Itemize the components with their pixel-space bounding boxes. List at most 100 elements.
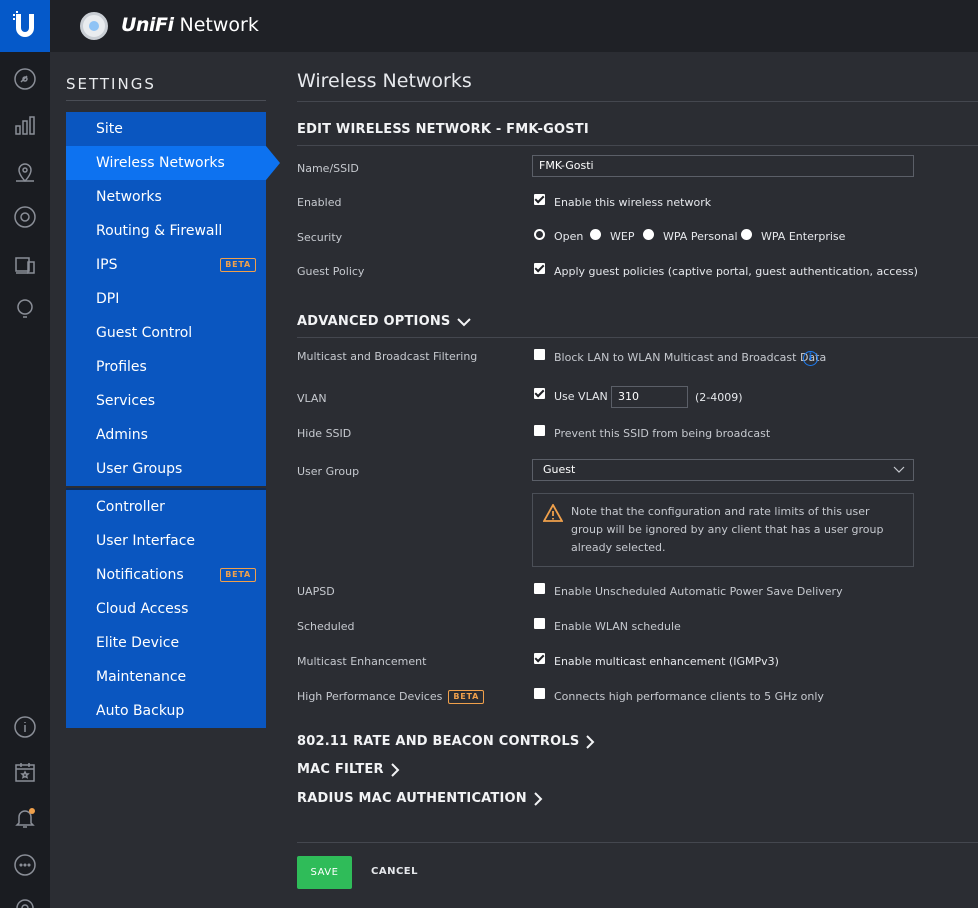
security-wpa-personal-radio[interactable] bbox=[643, 229, 654, 240]
beta-badge: BETA bbox=[220, 258, 256, 272]
chevron-right-icon bbox=[586, 734, 595, 749]
save-button[interactable]: SAVE bbox=[297, 856, 352, 889]
nav-item-ips[interactable]: IPS BETA bbox=[66, 248, 266, 282]
info-rail-icon[interactable] bbox=[13, 715, 37, 739]
nav-item-controller[interactable]: Controller bbox=[66, 490, 266, 524]
divider bbox=[66, 100, 266, 101]
guest-policy-label: Guest Policy bbox=[297, 265, 365, 278]
divider bbox=[297, 145, 978, 146]
scheduled-label: Scheduled bbox=[297, 620, 355, 633]
nav-item-cloud-access[interactable]: Cloud Access bbox=[66, 592, 266, 626]
unifi-logo-icon bbox=[80, 12, 108, 40]
nav-item-admins[interactable]: Admins bbox=[66, 418, 266, 452]
info-icon[interactable]: i bbox=[803, 351, 818, 366]
nav-item-networks[interactable]: Networks bbox=[66, 180, 266, 214]
guest-policy-text: Apply guest policies (captive portal, gu… bbox=[554, 265, 918, 278]
scheduled-text: Enable WLAN schedule bbox=[554, 620, 681, 633]
multicast-filter-checkbox[interactable] bbox=[534, 349, 545, 360]
mac-filter-toggle[interactable]: MAC FILTER bbox=[297, 762, 400, 777]
advanced-options-toggle[interactable]: ADVANCED OPTIONS bbox=[297, 314, 471, 329]
top-header: UniFi Network bbox=[50, 0, 978, 52]
events-calendar-icon[interactable] bbox=[13, 760, 37, 784]
vlan-checkbox[interactable] bbox=[534, 388, 545, 399]
beta-badge: BETA bbox=[220, 568, 256, 582]
high-performance-label: High Performance Devices BETA bbox=[297, 690, 485, 705]
rate-beacon-controls-toggle[interactable]: 802.11 RATE AND BEACON CONTROLS bbox=[297, 734, 595, 749]
vlan-range: (2-4009) bbox=[695, 391, 743, 404]
nav-item-elite-device[interactable]: Elite Device bbox=[66, 626, 266, 660]
hide-ssid-checkbox[interactable] bbox=[534, 425, 545, 436]
chevron-right-icon bbox=[390, 762, 400, 777]
enabled-text: Enable this wireless network bbox=[554, 196, 712, 209]
nav-item-user-groups[interactable]: User Groups bbox=[66, 452, 266, 486]
nav-item-routing-firewall[interactable]: Routing & Firewall bbox=[66, 214, 266, 248]
warning-text: Note that the configuration and rate lim… bbox=[571, 505, 884, 554]
nav-group-site: Site Wireless Networks Networks Routing … bbox=[66, 112, 280, 486]
uapsd-label: UAPSD bbox=[297, 585, 335, 598]
map-icon[interactable] bbox=[13, 160, 37, 184]
icon-rail bbox=[0, 0, 50, 908]
nav-item-wireless-networks[interactable]: Wireless Networks bbox=[66, 146, 280, 180]
app-title: UniFi Network bbox=[121, 14, 259, 36]
high-performance-checkbox[interactable] bbox=[534, 688, 545, 699]
radius-mac-auth-toggle[interactable]: RADIUS MAC AUTHENTICATION bbox=[297, 791, 543, 806]
statistics-icon[interactable] bbox=[13, 113, 37, 137]
nav-item-auto-backup[interactable]: Auto Backup bbox=[66, 694, 266, 728]
cancel-button[interactable]: CANCEL bbox=[371, 866, 418, 877]
user-group-warning: Note that the configuration and rate lim… bbox=[532, 493, 914, 567]
security-open-radio[interactable] bbox=[534, 229, 545, 240]
security-wpa-personal-label: WPA Personal bbox=[663, 230, 738, 243]
settings-title: SETTINGS bbox=[66, 75, 156, 93]
user-group-select[interactable]: Guest bbox=[532, 459, 914, 481]
enabled-checkbox[interactable] bbox=[534, 194, 545, 205]
multicast-filter-label: Multicast and Broadcast Filtering bbox=[297, 350, 478, 363]
chevron-down-icon bbox=[893, 466, 905, 473]
nav-group-controller: Controller User Interface Notifications B… bbox=[66, 488, 266, 728]
hide-ssid-label: Hide SSID bbox=[297, 427, 352, 440]
settings-nav: Site Wireless Networks Networks Routing … bbox=[66, 112, 280, 728]
alerts-bell-icon[interactable] bbox=[13, 806, 37, 830]
edit-heading: EDIT WIRELESS NETWORK - FMK-GOSTI bbox=[297, 122, 589, 137]
chevron-down-icon bbox=[456, 317, 471, 326]
security-wpa-enterprise-label: WPA Enterprise bbox=[761, 230, 846, 243]
security-label: Security bbox=[297, 231, 343, 244]
uapsd-text: Enable Unscheduled Automatic Power Save … bbox=[554, 585, 843, 598]
vlan-id-input[interactable]: 310 bbox=[611, 386, 688, 408]
beta-badge: BETA bbox=[448, 690, 485, 704]
high-performance-text: Connects high performance clients to 5 G… bbox=[554, 690, 824, 703]
nav-item-guest-control[interactable]: Guest Control bbox=[66, 316, 266, 350]
insights-icon[interactable] bbox=[13, 297, 37, 321]
hide-ssid-text: Prevent this SSID from being broadcast bbox=[554, 427, 771, 440]
multicast-enhancement-checkbox[interactable] bbox=[534, 653, 545, 664]
divider bbox=[297, 101, 978, 102]
user-group-label: User Group bbox=[297, 465, 360, 478]
vlan-label: VLAN bbox=[297, 392, 327, 405]
divider bbox=[297, 842, 978, 843]
enabled-label: Enabled bbox=[297, 196, 342, 209]
page-title: Wireless Networks bbox=[297, 70, 472, 92]
nav-item-profiles[interactable]: Profiles bbox=[66, 350, 266, 384]
security-wep-radio[interactable] bbox=[590, 229, 601, 240]
settings-gear-icon[interactable] bbox=[13, 896, 37, 908]
multicast-enhancement-label: Multicast Enhancement bbox=[297, 655, 427, 668]
multicast-filter-text: Block LAN to WLAN Multicast and Broadcas… bbox=[554, 351, 827, 364]
chat-icon[interactable] bbox=[13, 853, 37, 877]
nav-item-services[interactable]: Services bbox=[66, 384, 266, 418]
warning-icon bbox=[543, 504, 563, 522]
scheduled-checkbox[interactable] bbox=[534, 618, 545, 629]
chevron-right-icon bbox=[534, 791, 543, 806]
nav-item-maintenance[interactable]: Maintenance bbox=[66, 660, 266, 694]
nav-item-dpi[interactable]: DPI bbox=[66, 282, 266, 316]
ubiquiti-logo-icon[interactable] bbox=[0, 0, 50, 52]
devices-icon[interactable] bbox=[13, 205, 37, 229]
nav-item-user-interface[interactable]: User Interface bbox=[66, 524, 266, 558]
clients-icon[interactable] bbox=[13, 253, 37, 277]
nav-item-site[interactable]: Site bbox=[66, 112, 266, 146]
name-label: Name/SSID bbox=[297, 162, 359, 175]
guest-policy-checkbox[interactable] bbox=[534, 263, 545, 274]
uapsd-checkbox[interactable] bbox=[534, 583, 545, 594]
security-wpa-enterprise-radio[interactable] bbox=[741, 229, 752, 240]
dashboard-icon[interactable] bbox=[13, 67, 37, 91]
nav-item-notifications[interactable]: Notifications BETA bbox=[66, 558, 266, 592]
ssid-input[interactable]: FMK-Gosti bbox=[532, 155, 914, 177]
